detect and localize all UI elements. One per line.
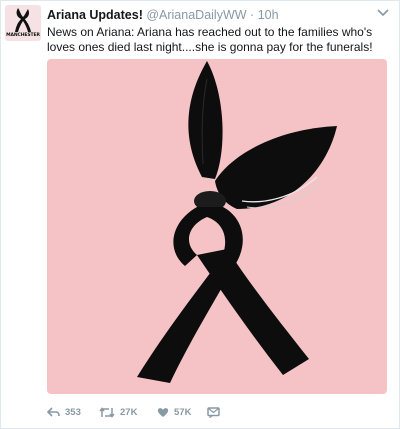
separator-dot: ·	[250, 8, 255, 22]
avatar[interactable]: MANCHESTER	[5, 5, 41, 41]
timestamp[interactable]: 10h	[258, 8, 279, 22]
chevron-down-icon[interactable]	[377, 8, 389, 18]
tweet-header: Ariana Updates! @ArianaDailyWW · 10h	[47, 8, 279, 22]
tweet-card[interactable]: MANCHESTER Ariana Updates! @ArianaDailyW…	[0, 0, 400, 429]
retweet-button[interactable]: 27K	[99, 404, 137, 420]
ribbon-bunny-ears-image	[137, 61, 337, 383]
direct-message-button[interactable]	[207, 404, 220, 420]
reply-count: 353	[65, 406, 81, 418]
direct-message-icon	[207, 406, 220, 418]
tweet-media-image[interactable]	[47, 59, 387, 394]
tweet-actions: 353 27K 57K	[47, 404, 247, 420]
tweet-text: News on Ariana: Ariana has reached out t…	[47, 25, 373, 54]
retweet-icon	[99, 406, 115, 418]
retweet-count: 27K	[120, 406, 138, 418]
like-button[interactable]: 57K	[157, 404, 191, 420]
avatar-caption: MANCHESTER	[6, 33, 40, 38]
reply-button[interactable]: 353	[47, 404, 81, 420]
heart-icon	[157, 407, 169, 417]
display-name[interactable]: Ariana Updates!	[47, 8, 143, 22]
like-count: 57K	[174, 406, 192, 418]
reply-icon	[47, 406, 60, 417]
user-handle[interactable]: @ArianaDailyWW	[146, 8, 246, 22]
